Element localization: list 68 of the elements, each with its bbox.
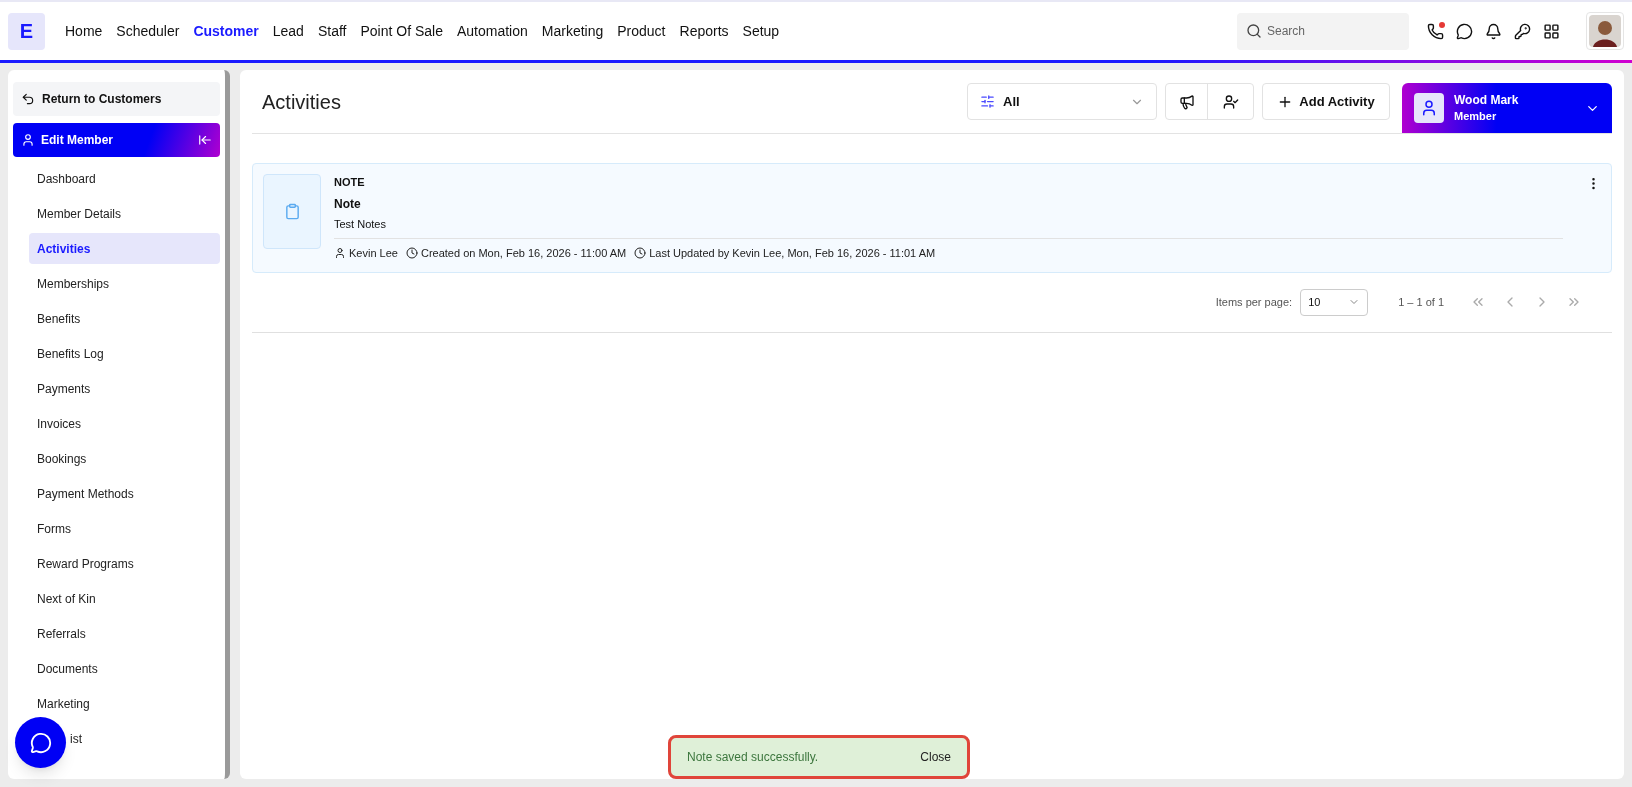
collapse-icon[interactable]	[198, 133, 212, 147]
nav-link[interactable]: Automation	[456, 20, 528, 42]
return-icon	[21, 92, 35, 106]
sidebar-item[interactable]: Invoices	[29, 408, 220, 439]
nav-link[interactable]: Customer	[193, 20, 259, 42]
nav-link[interactable]: Home	[65, 20, 103, 42]
sidebar-item[interactable]: Forms	[29, 513, 220, 544]
grid-icon[interactable]	[1543, 22, 1560, 40]
sidebar-item[interactable]: Activities	[29, 233, 220, 264]
member-name: Wood Mark	[1454, 92, 1519, 108]
sidebar-item[interactable]: Benefits	[29, 303, 220, 334]
nav-link[interactable]: Setup	[742, 20, 780, 42]
clock-icon	[634, 247, 647, 260]
sidebar-item[interactable]: Referrals	[29, 618, 220, 649]
nav-link[interactable]: Point Of Sale	[360, 20, 443, 42]
nav-link[interactable]: Staff	[317, 20, 347, 42]
activity-body: Test Notes	[334, 216, 387, 232]
sidebar-item[interactable]: Bookings	[29, 443, 220, 474]
member-card[interactable]: Wood Mark Member	[1402, 83, 1612, 133]
section-title: Edit Member	[41, 132, 113, 149]
sidebar-item[interactable]: Payments	[29, 373, 220, 404]
user-icon	[334, 247, 346, 260]
chat-bubble-icon	[29, 731, 52, 754]
toast-message: Note saved successfully.	[687, 749, 819, 766]
nav-link[interactable]: Reports	[679, 20, 729, 42]
sidebar-item[interactable]: Marketing	[29, 688, 220, 719]
member-avatar-icon	[1414, 93, 1444, 123]
nav-link[interactable]: Scheduler	[116, 20, 180, 42]
user-check-icon	[1222, 93, 1239, 110]
activity-card[interactable]: NOTE Note Test Notes Kevin Lee Created on Mon, Feb 16, 2026 - 11:00 AM Last Updated by Kevin Lee, Mon, Feb 16, 2026 - 11:01 AM	[252, 163, 1612, 273]
sidebar-item[interactable]: Benefits Log	[29, 338, 220, 369]
page-title: Activities	[262, 89, 341, 115]
search-icon	[1246, 22, 1262, 39]
nav-link[interactable]: Lead	[272, 20, 304, 42]
updated-date: Last Updated by Kevin Lee, Mon, Feb 16, 2026 - 11:01 AM	[649, 246, 936, 261]
page-size-label: Items per page:	[1215, 294, 1293, 310]
filter-dropdown[interactable]: All	[967, 83, 1157, 120]
sidebar-item[interactable]: Documents	[29, 653, 220, 684]
avatar-icon[interactable]	[1589, 15, 1621, 47]
member-role: Member	[1454, 109, 1498, 124]
sidebar-item[interactable]: Memberships	[29, 268, 220, 299]
nav-link[interactable]: Product	[617, 20, 666, 42]
page-range: 1 – 1 of 1	[1398, 294, 1444, 310]
bell-icon[interactable]	[1485, 22, 1502, 40]
brand-logo[interactable]: E	[8, 12, 45, 50]
chat-icon[interactable]	[1456, 22, 1473, 40]
close-button[interactable]: Close	[920, 748, 951, 766]
activity-author: Kevin Lee	[349, 246, 398, 261]
search-field[interactable]: Search	[1237, 12, 1409, 50]
clock-icon	[405, 247, 418, 260]
megaphone-icon	[1178, 93, 1195, 110]
sidebar-item[interactable]: Dashboard	[29, 163, 220, 194]
user-icon	[21, 133, 35, 147]
filter-icon	[980, 94, 995, 109]
key-icon[interactable]	[1514, 22, 1531, 40]
sidebar-item[interactable]: Member Details	[29, 198, 220, 229]
created-date: Created on Mon, Feb 16, 2026 - 11:00 AM	[420, 246, 627, 261]
return-button[interactable]: Return to Customers	[13, 82, 220, 116]
add-activity-button[interactable]: Add Activity	[1262, 83, 1390, 120]
sidebar-item[interactable]: Payment Methods	[29, 478, 220, 509]
activity-title: Note	[334, 195, 362, 213]
phone-icon[interactable]	[1427, 22, 1444, 40]
nav-link[interactable]: Marketing	[541, 20, 604, 42]
activity-type: NOTE	[334, 175, 366, 190]
page-size-select[interactable]: 10	[1300, 288, 1369, 316]
sidebar-item[interactable]: Reward Programs	[29, 548, 220, 579]
sidebar-item[interactable]: ist	[68, 723, 84, 754]
sidebar-item[interactable]: Next of Kin	[29, 583, 220, 614]
